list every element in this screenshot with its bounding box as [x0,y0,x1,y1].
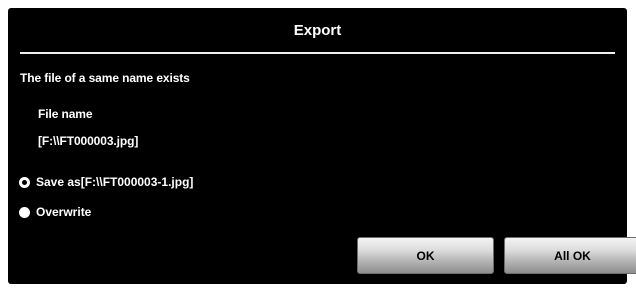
all-ok-button[interactable]: All OK [504,237,636,274]
export-dialog: Export The file of a same name exists Fi… [8,8,636,284]
overwrite-option[interactable]: Overwrite [19,205,91,219]
overwrite-label: Overwrite [36,205,92,219]
title-divider [20,52,615,54]
overwrite-radio[interactable] [19,206,30,218]
duplicate-message: The file of a same name exists [20,71,190,85]
save-as-option[interactable]: Save as[F:\\FT000003-1.jpg] [19,175,193,189]
save-as-radio[interactable] [19,176,30,188]
file-name-label: File name [38,107,93,121]
dialog-titlebar: Export [8,8,627,52]
file-name-value: [F:\\FT000003.jpg] [38,134,139,148]
ok-button[interactable]: OK [357,237,494,274]
dialog-title: Export [293,21,342,39]
save-as-label: Save as[F:\\FT000003-1.jpg] [36,175,194,189]
